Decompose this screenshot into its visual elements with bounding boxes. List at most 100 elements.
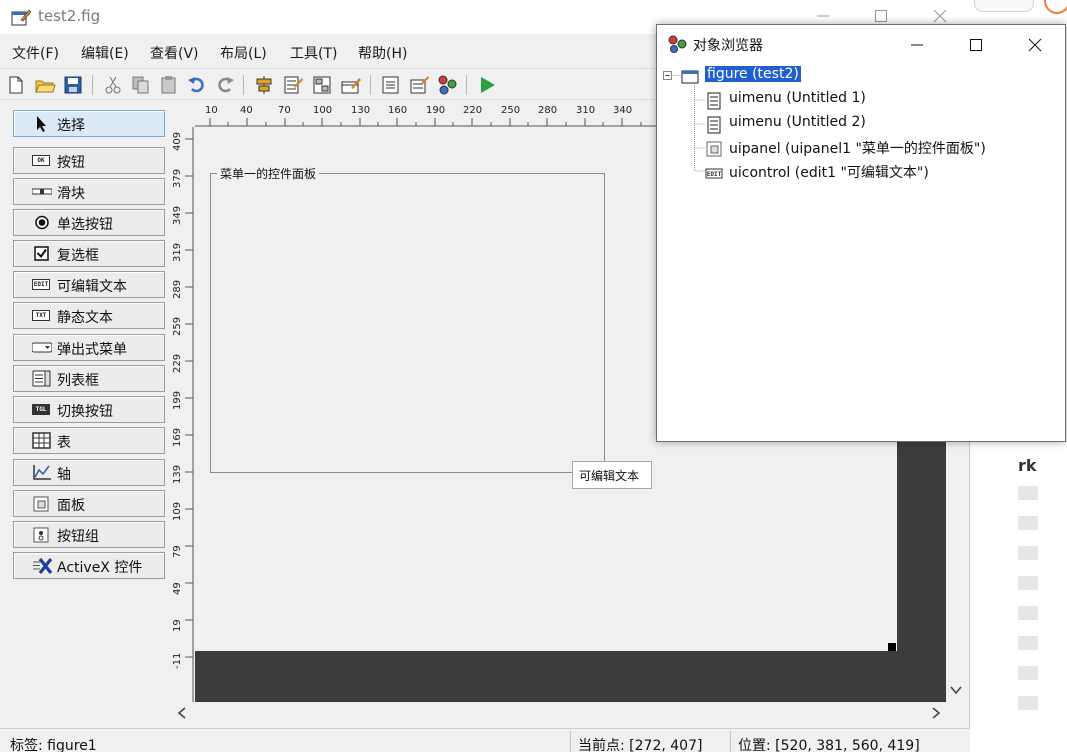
palette-axes[interactable]: 轴 (13, 459, 165, 486)
close-icon[interactable] (1027, 37, 1043, 53)
menu-tools[interactable]: 工具(T) (290, 43, 337, 63)
menu-edit[interactable]: 编辑(E) (81, 43, 129, 63)
new-icon[interactable] (5, 74, 27, 96)
uipanel-title: 菜单一的控件面板 (217, 165, 320, 182)
ruler-label: 319 (172, 242, 183, 262)
horizontal-scrollbar[interactable] (170, 702, 946, 726)
align-icon[interactable] (253, 74, 275, 96)
scroll-left-icon[interactable] (176, 706, 188, 720)
palette-label: 单选按钮 (57, 217, 113, 233)
undo-icon[interactable] (186, 74, 208, 96)
status-bar: 标签: figure1 当前点: [272, 407] 位置: [520, 38… (0, 728, 970, 752)
editor-icon[interactable] (380, 74, 402, 96)
vertical-ruler: 409 379 349 319 289 259 229 199 169 139 … (170, 127, 194, 707)
palette-label: 滑块 (57, 186, 85, 202)
palette-popup-menu[interactable]: 弹出式菜单 (13, 334, 165, 361)
palette-label: 按钮 (57, 155, 85, 171)
figure-resize-handle[interactable] (888, 643, 896, 651)
ruler-label: 139 (172, 464, 183, 484)
close-icon[interactable] (932, 8, 948, 24)
palette-label: 按钮组 (57, 529, 99, 545)
copy-icon[interactable] (130, 74, 152, 96)
static-text-icon: TXT (32, 307, 52, 324)
menu-layout[interactable]: 布局(L) (220, 43, 267, 63)
toolbar-editor-icon[interactable] (340, 74, 362, 96)
edit-text-control[interactable]: 可编辑文本 (572, 461, 652, 489)
uimenu-icon (707, 92, 721, 110)
uimenu-icon (707, 116, 721, 134)
arrow-icon (37, 116, 46, 132)
redo-icon[interactable] (214, 74, 236, 96)
run-icon[interactable] (476, 74, 498, 96)
object-browser-icon[interactable] (436, 74, 458, 96)
panel-icon (33, 496, 49, 512)
status-current-point: 当前点: [272, 407] (578, 738, 703, 752)
canvas-outside-area (897, 440, 946, 702)
paste-icon[interactable] (158, 74, 180, 96)
palette-label: 弹出式菜单 (57, 342, 127, 358)
ruler-label: 409 (172, 131, 183, 151)
palette-label: 轴 (57, 467, 71, 483)
scroll-down-icon[interactable] (949, 684, 963, 696)
figure-icon (681, 70, 699, 84)
tree-node-label: figure (test2) (705, 66, 801, 82)
object-browser-icon (668, 35, 687, 53)
palette-panel[interactable]: 面板 (13, 490, 165, 517)
tree-node-label: uimenu (Untitled 2) (729, 114, 866, 130)
palette-radio[interactable]: 单选按钮 (13, 209, 165, 236)
tab-order-icon[interactable] (311, 74, 333, 96)
palette-static-text[interactable]: TXT 静态文本 (13, 302, 165, 329)
menu-editor-icon[interactable] (282, 74, 304, 96)
palette-select[interactable]: 选择 (13, 110, 165, 137)
palette-activex[interactable]: ActiveX 控件 (13, 552, 165, 579)
palette-edit-text[interactable]: EDIT 可编辑文本 (13, 271, 165, 298)
static-text-glyph: TXT (32, 310, 50, 321)
ruler-label: 160 (388, 105, 408, 116)
table-icon (32, 432, 51, 449)
ruler-label: 289 (172, 279, 183, 299)
status-tag: 标签: figure1 (10, 738, 97, 752)
uipanel-icon (706, 141, 722, 157)
palette-label: 切换按钮 (57, 404, 113, 420)
uicontrol-edit-icon: EDIT (705, 168, 723, 179)
button-group-icon (33, 527, 49, 543)
palette-listbox[interactable]: 列表框 (13, 365, 165, 392)
cut-icon[interactable] (102, 74, 124, 96)
menu-view[interactable]: 查看(V) (150, 43, 199, 63)
palette-toggle[interactable]: TGL 切换按钮 (13, 396, 165, 423)
palette-button-group[interactable]: 按钮组 (13, 521, 165, 548)
property-inspector-icon[interactable] (408, 74, 430, 96)
maximize-icon[interactable] (968, 37, 984, 53)
object-browser-window: 对象浏览器 figure (test2) uimenu (Untitled 1)… (656, 24, 1066, 442)
pushbutton-icon: OK (32, 152, 52, 169)
maximize-icon[interactable] (873, 8, 889, 24)
minimize-icon[interactable] (815, 8, 831, 24)
toolbar-separator (370, 75, 371, 95)
radio-icon (35, 215, 49, 230)
object-browser-title-bar: 对象浏览器 (657, 25, 1065, 63)
open-icon[interactable] (34, 74, 56, 96)
menu-help[interactable]: 帮助(H) (358, 43, 407, 63)
minimize-icon[interactable] (909, 37, 925, 53)
toggle-glyph: TGL (32, 404, 50, 415)
ruler-label: 49 (172, 582, 183, 595)
scroll-right-icon[interactable] (930, 706, 942, 720)
background-badge (974, 0, 1034, 12)
edit-text-icon: EDIT (32, 276, 52, 293)
save-icon[interactable] (62, 74, 84, 96)
menu-file[interactable]: 文件(F) (12, 43, 59, 63)
ruler-label: 190 (426, 105, 446, 116)
ruler-label: 40 (240, 105, 253, 116)
tree-node-label: uimenu (Untitled 1) (729, 90, 866, 106)
palette-pushbutton[interactable]: OK 按钮 (13, 147, 165, 174)
toolbar-separator (92, 75, 93, 95)
axes-icon (33, 465, 51, 480)
palette-table[interactable]: 表 (13, 427, 165, 454)
uipanel[interactable]: 菜单一的控件面板 (210, 165, 605, 473)
toggle-icon: TGL (32, 401, 52, 418)
status-divider (570, 731, 571, 752)
ruler-label: 109 (172, 501, 183, 521)
palette-slider[interactable]: 滑块 (13, 178, 165, 205)
palette-checkbox[interactable]: 复选框 (13, 240, 165, 267)
window-title: test2.fig (38, 7, 101, 25)
